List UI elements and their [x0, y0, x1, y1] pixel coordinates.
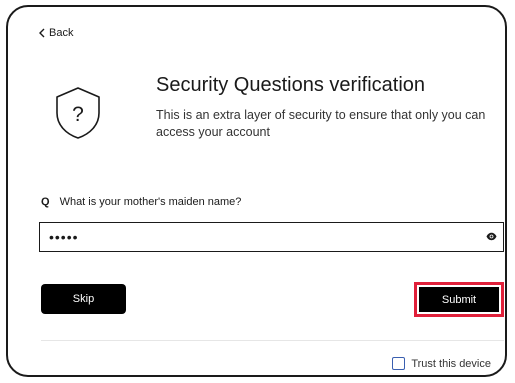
page-subtitle: This is an extra layer of security to en… [156, 108, 486, 139]
divider [41, 340, 504, 341]
trust-device-row[interactable]: Trust this device [392, 357, 491, 370]
submit-button[interactable]: Submit [419, 287, 499, 312]
back-label: Back [49, 27, 74, 39]
back-link[interactable]: Back [38, 27, 73, 39]
trust-device-label: Trust this device [411, 357, 491, 370]
question-text: What is your mother's maiden name? [59, 196, 242, 208]
svg-text:?: ? [72, 103, 84, 126]
chevron-left-icon [39, 28, 45, 38]
skip-button[interactable]: Skip [41, 284, 126, 314]
security-question: Q What is your mother's maiden name? [41, 196, 241, 208]
verification-card: Back ? Security Questions verification T… [6, 5, 507, 377]
eye-icon[interactable] [486, 232, 497, 241]
answer-field [39, 222, 504, 252]
shield-question-icon: ? [56, 87, 100, 139]
page-title: Security Questions verification [156, 74, 426, 96]
trust-device-checkbox[interactable] [392, 357, 406, 370]
question-marker: Q [41, 196, 50, 208]
answer-input[interactable] [40, 224, 469, 250]
submit-highlight: Submit [414, 282, 504, 317]
